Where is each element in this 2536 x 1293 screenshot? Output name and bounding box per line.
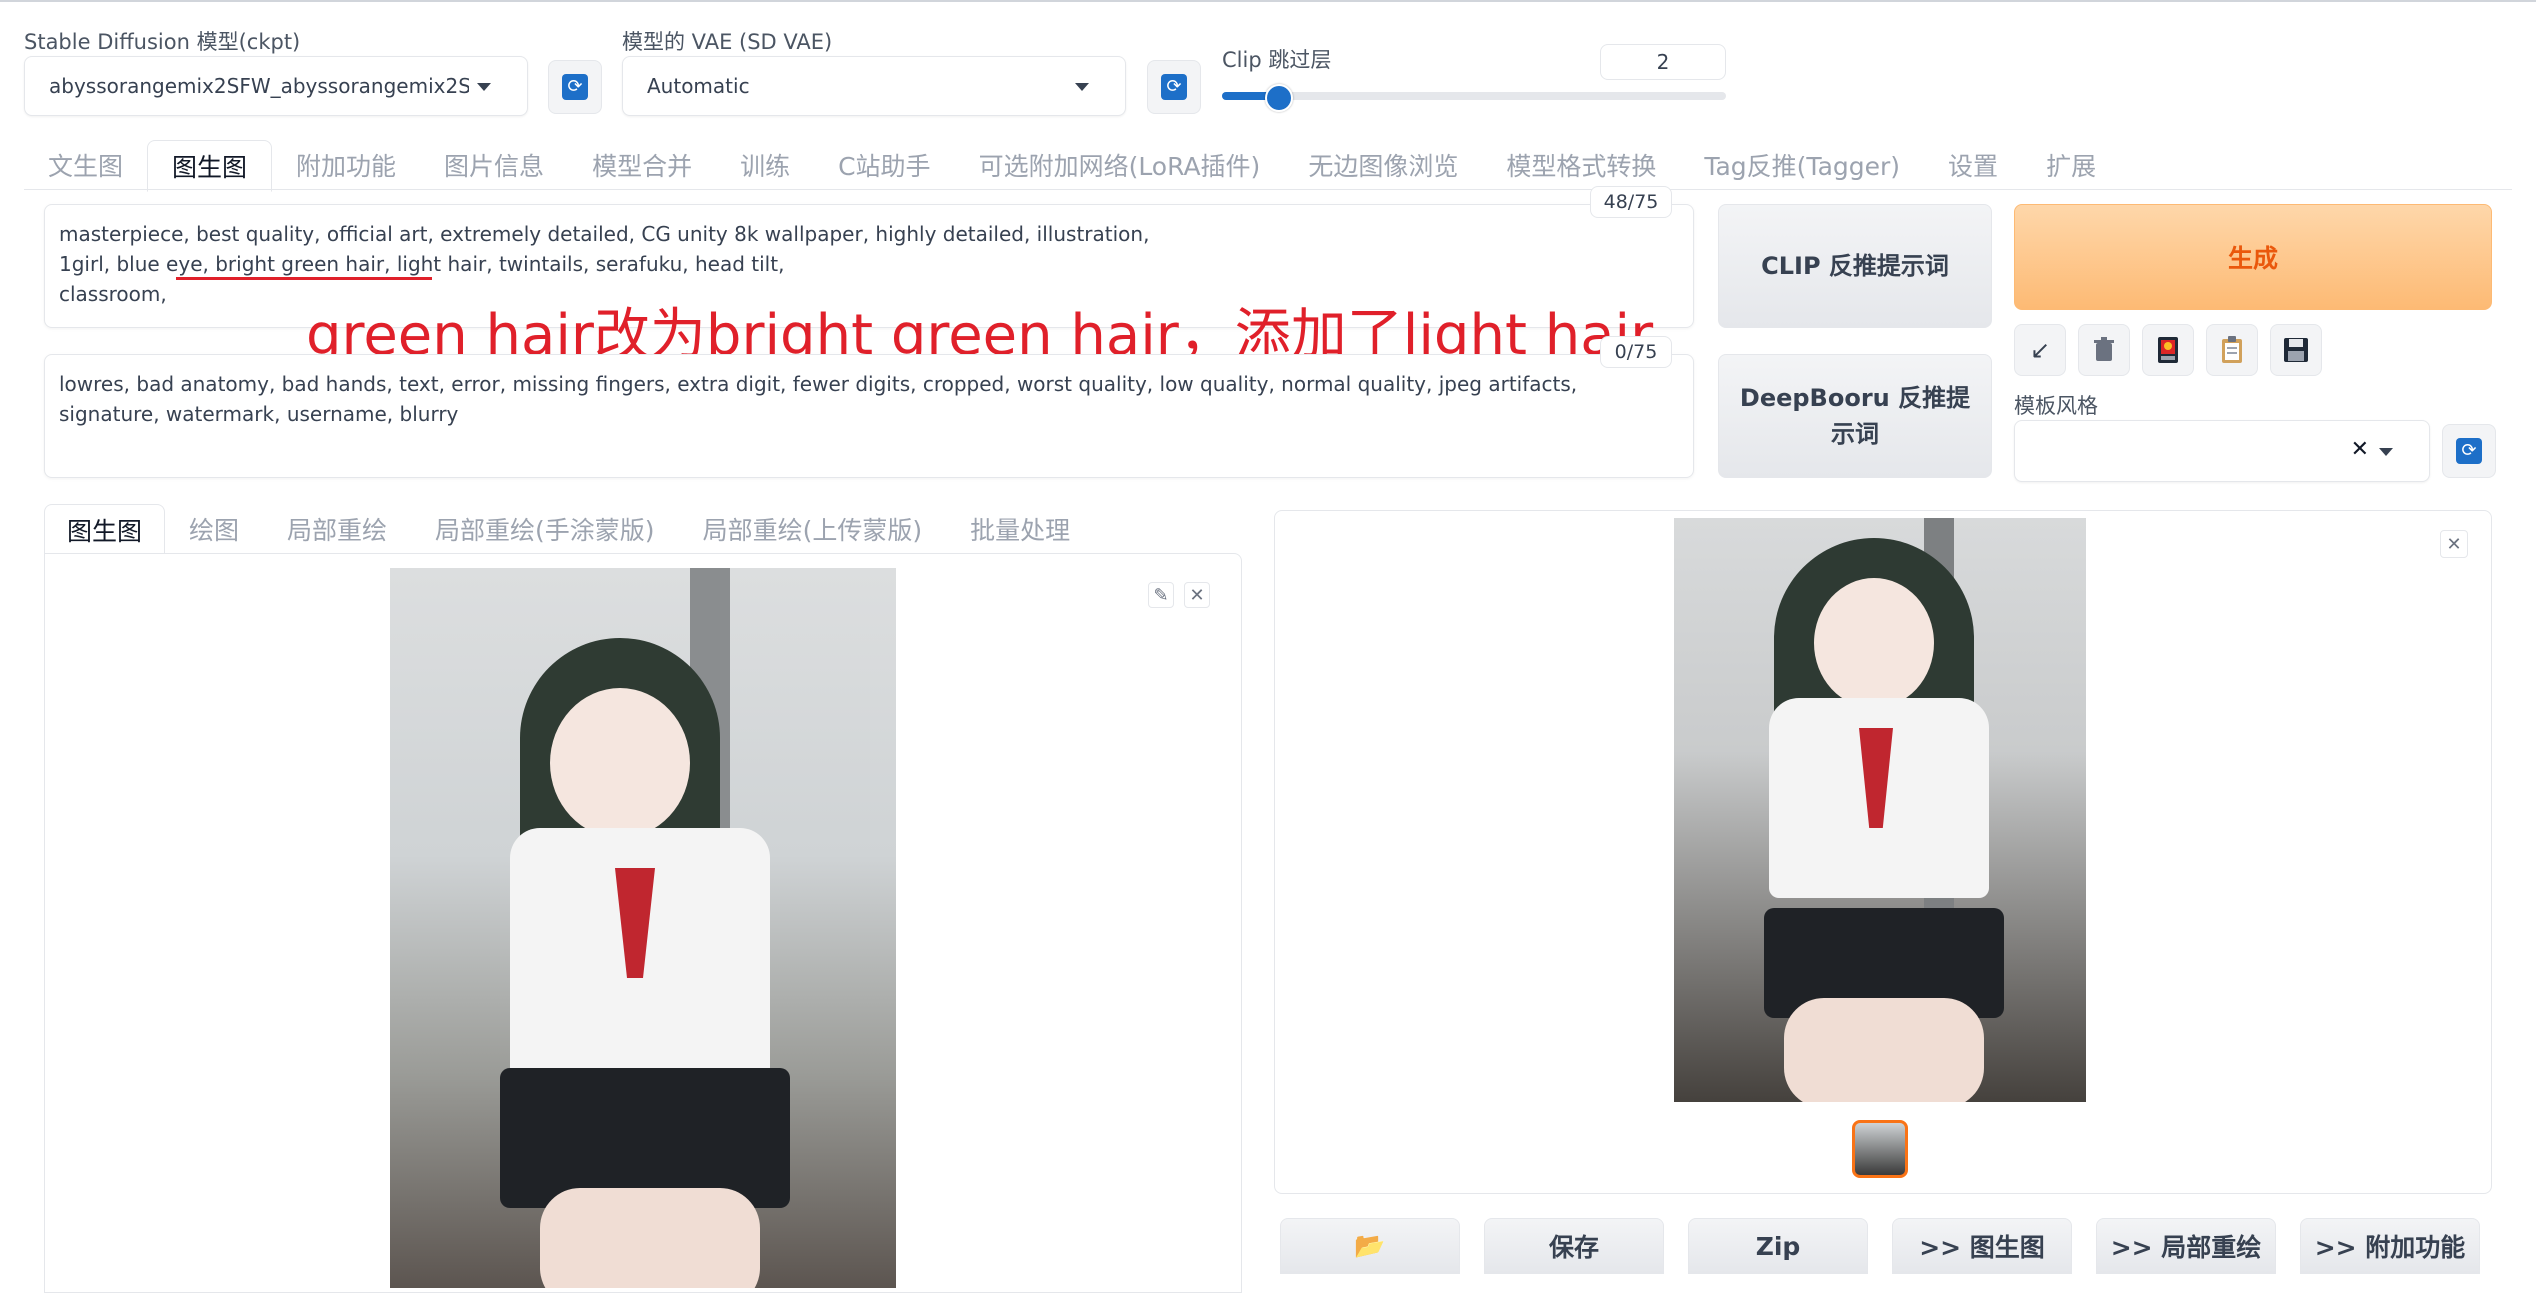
tab-tagger[interactable]: Tag反推(Tagger): [1680, 140, 1924, 190]
face-shape: [1814, 578, 1934, 708]
prompt-token-counter: 48/75: [1590, 186, 1672, 218]
vae-refresh-button[interactable]: ⟳: [1147, 60, 1201, 114]
tab-extras[interactable]: 附加功能: [272, 140, 420, 190]
clip-skip-slider[interactable]: [1222, 84, 1726, 112]
close-icon[interactable]: ✕: [1184, 582, 1210, 608]
tab-image-browser[interactable]: 无边图像浏览: [1284, 140, 1482, 190]
chevron-down-icon: [477, 83, 491, 91]
deepbooru-interrogate-button[interactable]: DeepBooru 反推提示词: [1718, 354, 1992, 478]
tab-model-converter[interactable]: 模型格式转换: [1482, 140, 1680, 190]
tab-civitai-helper[interactable]: C站助手: [814, 140, 954, 190]
clear-icon[interactable]: ✕: [2351, 437, 2369, 462]
zip-button[interactable]: Zip: [1688, 1218, 1868, 1274]
send-to-img2img-button[interactable]: >> 图生图: [1892, 1218, 2072, 1274]
face-shape: [550, 688, 690, 838]
trash-icon[interactable]: [2078, 324, 2130, 376]
tab-checkpoint-merger[interactable]: 模型合并: [568, 140, 716, 190]
refresh-icon: ⟳: [1161, 74, 1187, 100]
generate-button[interactable]: 生成: [2014, 204, 2492, 310]
send-to-inpaint-button[interactable]: >> 局部重绘: [2096, 1218, 2276, 1274]
subtab-sketch[interactable]: 绘图: [165, 504, 263, 554]
prompt-highlighted-tags: bright green hair, light hair,: [215, 252, 493, 276]
ckpt-value: abyssorangemix2SFW_abyssorangemix2Sfw.sa…: [49, 74, 469, 98]
chevron-down-icon: [1075, 83, 1089, 91]
chevron-down-icon: [2379, 448, 2393, 456]
card-icon[interactable]: [2142, 324, 2194, 376]
clip-interrogate-button[interactable]: CLIP 反推提示词: [1718, 204, 1992, 328]
legs-shape: [1784, 998, 1984, 1102]
tab-txt2img[interactable]: 文生图: [24, 140, 147, 190]
ckpt-dropdown[interactable]: abyssorangemix2SFW_abyssorangemix2Sfw.sa…: [24, 56, 528, 116]
clip-skip-input[interactable]: 2: [1600, 44, 1726, 80]
tab-img2img[interactable]: 图生图: [147, 140, 273, 192]
arrow-icon[interactable]: ↙: [2014, 324, 2066, 376]
input-image: [390, 568, 896, 1288]
refresh-icon: ⟳: [562, 74, 588, 100]
tab-extensions[interactable]: 扩展: [2022, 140, 2120, 190]
tab-png-info[interactable]: 图片信息: [420, 140, 568, 190]
subtab-inpaint-sketch[interactable]: 局部重绘(手涂蒙版): [411, 504, 679, 554]
styles-label: 模板风格: [2014, 394, 2098, 418]
clip-skip-label: Clip 跳过层: [1222, 48, 1332, 72]
prompt-line-2-start: 1girl, blue eye,: [59, 252, 209, 276]
refresh-icon: ⟳: [2456, 438, 2482, 464]
prompt-line-2: 1girl, blue eye, bright green hair, ligh…: [59, 249, 1679, 279]
tab-train[interactable]: 训练: [716, 140, 814, 190]
negative-prompt-textarea[interactable]: lowres, bad anatomy, bad hands, text, er…: [44, 354, 1694, 478]
open-folder-button[interactable]: 📂: [1280, 1218, 1460, 1274]
ckpt-refresh-button[interactable]: ⟳: [548, 60, 602, 114]
send-to-extras-button[interactable]: >> 附加功能: [2300, 1218, 2480, 1274]
clipboard-icon[interactable]: [2206, 324, 2258, 376]
vae-label: 模型的 VAE (SD VAE): [622, 30, 833, 54]
save-icon[interactable]: [2270, 324, 2322, 376]
vae-dropdown[interactable]: Automatic: [622, 56, 1126, 116]
annotation-underline: [176, 277, 432, 280]
negative-token-counter: 0/75: [1600, 336, 1672, 368]
tabs-divider: [24, 189, 2512, 190]
prompt-line-2-end: twintails, serafuku, head tilt,: [498, 252, 785, 276]
clip-skip-slider-thumb[interactable]: [1265, 84, 1294, 112]
gallery-thumbnail[interactable]: [1852, 1120, 1908, 1178]
negative-prompt-text: lowres, bad anatomy, bad hands, text, er…: [59, 372, 1578, 426]
skirt-shape: [500, 1068, 790, 1208]
ckpt-label: Stable Diffusion 模型(ckpt): [24, 30, 301, 54]
img2img-subtabs: 图生图 绘图 局部重绘 局部重绘(手涂蒙版) 局部重绘(上传蒙版) 批量处理: [44, 504, 1242, 556]
subtab-img2img[interactable]: 图生图: [44, 504, 166, 556]
subtab-inpaint[interactable]: 局部重绘: [263, 504, 411, 554]
main-tabs: 文生图 图生图 附加功能 图片信息 模型合并 训练 C站助手 可选附加网络(Lo…: [24, 140, 2512, 192]
styles-refresh-button[interactable]: ⟳: [2442, 424, 2496, 478]
legs-shape: [540, 1188, 760, 1288]
window-top-border: [0, 0, 2536, 2]
subtab-batch[interactable]: 批量处理: [946, 504, 1094, 554]
save-button[interactable]: 保存: [1484, 1218, 1664, 1274]
styles-dropdown[interactable]: ✕: [2014, 420, 2430, 482]
tab-additional-networks[interactable]: 可选附加网络(LoRA插件): [955, 140, 1285, 190]
tab-settings[interactable]: 设置: [1924, 140, 2022, 190]
prompt-line-1: masterpiece, best quality, official art,…: [59, 222, 1150, 246]
edit-icon[interactable]: ✎: [1148, 582, 1174, 608]
close-icon[interactable]: ✕: [2440, 530, 2468, 558]
subtab-inpaint-upload[interactable]: 局部重绘(上传蒙版): [679, 504, 947, 554]
vae-value: Automatic: [647, 74, 750, 98]
output-image[interactable]: [1674, 518, 2086, 1102]
